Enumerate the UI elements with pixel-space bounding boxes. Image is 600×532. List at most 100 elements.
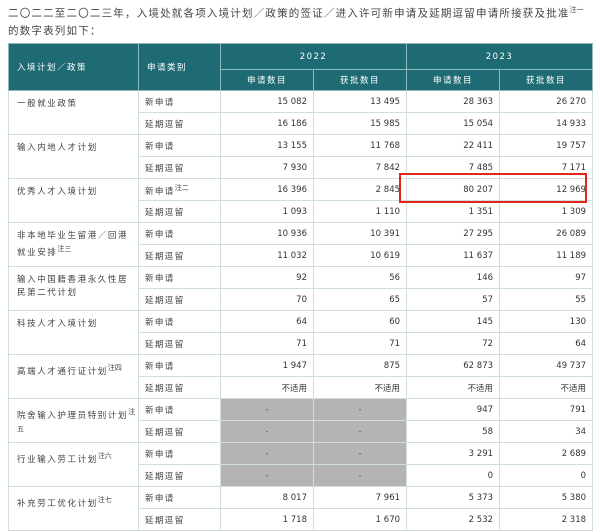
value-cell: 2 689 (499, 442, 594, 465)
scheme-note: 注七 (97, 496, 112, 504)
application-type: 延期逗留 (138, 420, 221, 443)
value-cell: 3 291 (406, 442, 501, 465)
value-cell: 0 (499, 464, 594, 487)
value-cell: 64 (499, 332, 594, 355)
value-cell: 7 842 (312, 156, 408, 179)
value-cell: 16 186 (220, 112, 314, 135)
value-cell: 不适用 (312, 376, 408, 399)
scheme-name: 输入内地人才计划 (8, 134, 139, 179)
value-cell: 55 (499, 288, 594, 311)
header-year-2022: 2022 (219, 43, 408, 70)
value-cell: 58 (406, 420, 501, 443)
scheme-name: 行业输入劳工计划注六 (8, 442, 139, 487)
header-received-2022: 申请数目 (220, 69, 314, 91)
value-cell: 不适用 (499, 376, 594, 399)
value-cell: - (312, 398, 408, 421)
scheme-name: 一般就业政策 (8, 90, 139, 135)
application-type: 延期逗留 (138, 200, 221, 223)
application-type: 延期逗留 (138, 288, 221, 311)
value-cell: 7 930 (220, 156, 314, 179)
value-cell: 72 (406, 332, 501, 355)
value-cell: 22 411 (406, 134, 501, 157)
value-cell: 1 670 (312, 508, 408, 531)
intro-paragraph: 二〇二二至二〇二三年，入境处就各项入境计划／政策的签证／进入许可新申请及延期逗留… (8, 2, 592, 40)
value-cell: 875 (312, 354, 408, 377)
scheme-name: 优秀人才入境计划 (8, 178, 139, 223)
table-row: 补充劳工优化计划注七 新申请 8 017 7 961 5 373 5 380 (8, 486, 594, 531)
value-cell: 1 110 (312, 200, 408, 223)
value-cell: 49 737 (499, 354, 594, 377)
header-scheme: 入境计划／政策 (8, 43, 139, 91)
value-cell: 不适用 (220, 376, 314, 399)
header-received-2023: 申请数目 (406, 69, 501, 91)
value-cell: 145 (406, 310, 501, 333)
statistics-table: 入境计划／政策 申请类别 2022 2023 申请数目 获批数目 申请数目 获批… (8, 43, 594, 531)
table-body: 一般就业政策 新申请 15 082 13 495 28 363 26 270 延期逗留 16 … (8, 90, 594, 531)
intro-text: 二〇二二至二〇二三年，入境处就各项入境计划／政策的签证／进入许可新申请及延期逗留… (8, 7, 570, 20)
table-row: 输入中国籍香港永久性居民第二代计划 新申请 92 56 146 97 (8, 266, 594, 311)
value-cell: 11 032 (220, 244, 314, 267)
value-cell: 15 054 (406, 112, 501, 135)
value-cell: 60 (312, 310, 408, 333)
application-type: 延期逗留 (138, 112, 221, 135)
value-cell: 1 093 (220, 200, 314, 223)
value-cell: 28 363 (406, 90, 501, 113)
table-row: 输入内地人才计划 新申请 13 155 11 768 22 411 19 757 (8, 134, 594, 179)
value-cell: 97 (499, 266, 594, 289)
value-cell: 10 936 (220, 222, 314, 245)
value-cell: 1 309 (499, 200, 594, 223)
scheme-note: 注四 (107, 364, 122, 372)
type-note: 注二 (174, 183, 189, 192)
value-cell: 71 (312, 332, 408, 355)
table-row: 一般就业政策 新申请 15 082 13 495 28 363 26 270 (8, 90, 594, 135)
value-cell: 13 155 (220, 134, 314, 157)
value-cell: 27 295 (406, 222, 501, 245)
value-cell: 64 (220, 310, 314, 333)
value-cell: - (220, 464, 314, 487)
value-cell: 7 961 (312, 486, 408, 509)
application-type: 新申请 (138, 398, 221, 421)
value-cell: 10 619 (312, 244, 408, 267)
application-type: 新申请 (138, 486, 221, 509)
value-cell: 1 718 (220, 508, 314, 531)
table-row: 科技人才入境计划 新申请 64 60 145 130 (8, 310, 594, 355)
header-type: 申请类别 (138, 43, 221, 91)
value-cell: 1 947 (220, 354, 314, 377)
header-year-2023: 2023 (406, 43, 594, 70)
value-cell: 1 351 (406, 200, 501, 223)
value-cell: 947 (406, 398, 501, 421)
value-cell: 11 637 (406, 244, 501, 267)
value-cell: 14 933 (499, 112, 594, 135)
application-type: 新申请 (138, 266, 221, 289)
value-cell: 791 (499, 398, 594, 421)
scheme-name: 科技人才入境计划 (8, 310, 139, 355)
application-type: 新申请 (138, 222, 221, 245)
application-type: 延期逗留 (138, 244, 221, 267)
application-type: 新申请 (138, 310, 221, 333)
application-type: 新申请注二 (138, 178, 221, 201)
value-cell: 19 757 (499, 134, 594, 157)
header-approved-2023: 获批数目 (499, 69, 594, 91)
value-cell: 56 (312, 266, 408, 289)
value-cell: 71 (220, 332, 314, 355)
application-type: 延期逗留 (138, 332, 221, 355)
value-cell: 不适用 (406, 376, 501, 399)
application-type: 新申请 (138, 134, 221, 157)
value-cell: 26 270 (499, 90, 594, 113)
application-type: 新申请 (138, 442, 221, 465)
value-cell: 62 873 (406, 354, 501, 377)
value-cell: 70 (220, 288, 314, 311)
scheme-name: 高端人才通行证计划注四 (8, 354, 139, 399)
value-cell: 10 391 (312, 222, 408, 245)
scheme-name: 非本地毕业生留港／回港就业安排注三 (8, 222, 139, 267)
value-cell: 2 845 (312, 178, 408, 201)
value-cell: 92 (220, 266, 314, 289)
value-cell: 11 189 (499, 244, 594, 267)
value-cell: 5 373 (406, 486, 501, 509)
value-cell: - (220, 420, 314, 443)
header-approved-2022: 获批数目 (312, 69, 408, 91)
table-row: 院舍输入护理员特别计划注五 新申请 - -947 791 (8, 398, 594, 443)
application-type: 延期逗留 (138, 508, 221, 531)
intro-note: 注一 (569, 6, 584, 14)
value-cell: 65 (312, 288, 408, 311)
